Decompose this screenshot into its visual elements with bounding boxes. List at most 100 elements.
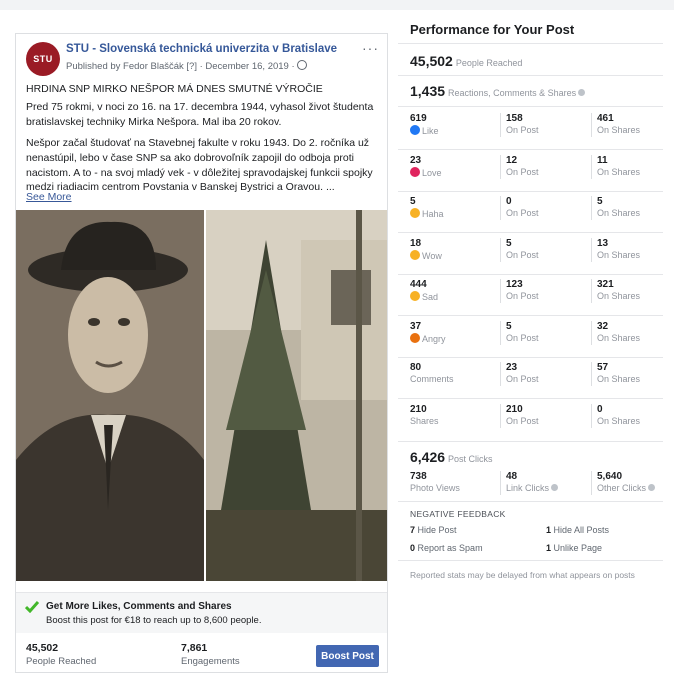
on-post-label: On Post [506,415,539,426]
hide-post-count: 7 [410,525,416,535]
on-shares-cell: 321 On Shares [591,279,674,303]
on-post-value: 5 [506,320,512,332]
total-label-text: Like [422,126,439,136]
on-shares-label: On Shares [597,125,641,135]
total-label-text: Sad [422,292,439,302]
on-post-cell: 123 On Post [500,279,591,303]
reaction-row: 23 Love 12 On Post 11 On Shares [398,151,663,192]
on-shares-label: On Shares [597,166,641,177]
divider [398,560,663,561]
on-shares-label: On Shares [597,374,641,384]
engagement-label: Reactions, Comments & Shares [448,88,577,98]
photo-views-label: Photo Views [410,483,460,493]
hide-post-stat: 7 Hide Post [410,525,457,535]
see-more-link[interactable]: See More [26,191,72,203]
reached-value: 45,502 [410,53,453,69]
reaction-row: 18 Wow 5 On Post 13 On Shares [398,234,663,275]
on-shares-label: On Shares [597,291,641,301]
hide-all-posts-label: Hide All Posts [553,525,610,535]
divider [398,501,663,502]
reaction-row: 80 Comments 23 On Post 57 On Shares [398,358,663,399]
on-post-cell: 12 On Post [500,154,591,179]
on-shares-cell: 13 On Shares [591,237,674,262]
sad-icon [410,291,420,301]
total-label: Wow [410,249,495,262]
total-label: Shares [410,416,495,428]
portrait-photo [16,210,204,581]
on-post-label: On Post [506,291,539,301]
on-shares-value: 13 [597,237,609,249]
clicks-value: 6,426 [410,449,446,465]
on-shares-cell: 461 On Shares [591,113,674,137]
post-headline: HRDINA SNP MIRKO NEŠPOR MÁ DNES SMUTNÉ V… [26,83,323,95]
divider [398,75,663,76]
on-shares-value: 57 [597,362,609,373]
total-cell: 5 Haha [410,196,495,220]
post-paragraph-1: Pred 75 rokmi, v noci zo 16. na 17. dece… [26,101,374,128]
other-clicks-label: Other Clicks [597,483,674,495]
total-cell: 210 Shares [410,404,495,428]
on-post-value: 5 [506,237,512,249]
wow-icon [410,249,420,260]
on-post-value: 12 [506,154,518,166]
on-post-value: 158 [506,113,523,124]
hide-all-posts-count: 1 [546,525,552,535]
on-shares-label: On Shares [597,208,641,218]
other-clicks-value: 5,640 [597,471,623,482]
boost-post-button[interactable]: Boost Post [316,645,379,667]
reaction-row: 210 Shares 210 On Post 0 On Shares [398,400,663,441]
on-shares-value: 5 [597,196,603,207]
divider [398,106,663,107]
post-photo[interactable] [16,210,387,581]
on-shares-value: 32 [597,320,609,332]
negative-feedback-title: NEGATIVE FEEDBACK [410,509,506,519]
reached-label: People Reached [455,58,523,68]
total-label: Love [410,166,495,179]
total-value: 37 [410,320,422,332]
promo-title: Get More Likes, Comments and Shares [46,601,232,612]
clicks-label: Post Clicks [448,454,493,464]
page-avatar[interactable]: STU [26,42,60,76]
on-post-label: On Post [506,374,539,384]
engagements-value: 7,861 [181,642,208,654]
angry-icon [410,332,420,343]
on-post-value: 210 [506,403,523,415]
total-label: Angry [410,332,495,345]
clicks-stat: 6,426 Post Clicks [410,449,493,465]
reaction-row: 619 Like 158 On Post 461 On Shares [398,109,663,150]
top-band [0,0,674,10]
engagement-value: 1,435 [410,83,446,99]
haha-icon [410,208,420,218]
reached-stat: 45,502 People Reached [410,53,522,69]
on-post-cell: 5 On Post [500,320,591,345]
total-label-text: Love [422,167,442,178]
love-icon [410,166,420,177]
info-icon[interactable] [578,89,586,96]
divider [398,43,663,44]
engagement-stat: 1,435 Reactions, Comments & Shares [410,83,586,99]
post-publisher-meta: Published by Fedor Blaščák [?] · Decembe… [66,60,307,72]
reaction-row: 37 Angry 5 On Post 32 On Shares [398,317,663,358]
total-cell: 444 Sad [410,279,495,303]
more-options-icon[interactable]: ··· [362,40,379,56]
hide-all-posts-stat: 1 Hide All Posts [546,525,609,535]
on-shares-value: 11 [597,154,608,166]
reaction-row: 444 Sad 123 On Post 321 On Shares [398,275,663,316]
checkmark-icon [25,601,39,613]
info-icon[interactable] [648,484,656,491]
on-post-cell: 5 On Post [500,237,591,262]
link-clicks-cell: 48 Link Clicks [500,471,591,495]
on-shares-cell: 32 On Shares [591,320,674,345]
performance-title: Performance for Your Post [410,22,575,37]
on-post-cell: 23 On Post [500,362,591,386]
other-clicks-cell: 5,640 Other Clicks [591,471,674,495]
total-label-text: Wow [422,250,442,261]
portrait-illustration [16,210,204,581]
total-value: 210 [410,403,427,415]
page-name-link[interactable]: STU - Slovenská technická univerzita v B… [66,43,337,55]
info-icon[interactable] [551,484,559,491]
on-shares-value: 461 [597,113,614,124]
globe-icon [296,60,307,70]
on-shares-cell: 0 On Shares [591,403,674,428]
total-label-text: Haha [422,209,444,219]
